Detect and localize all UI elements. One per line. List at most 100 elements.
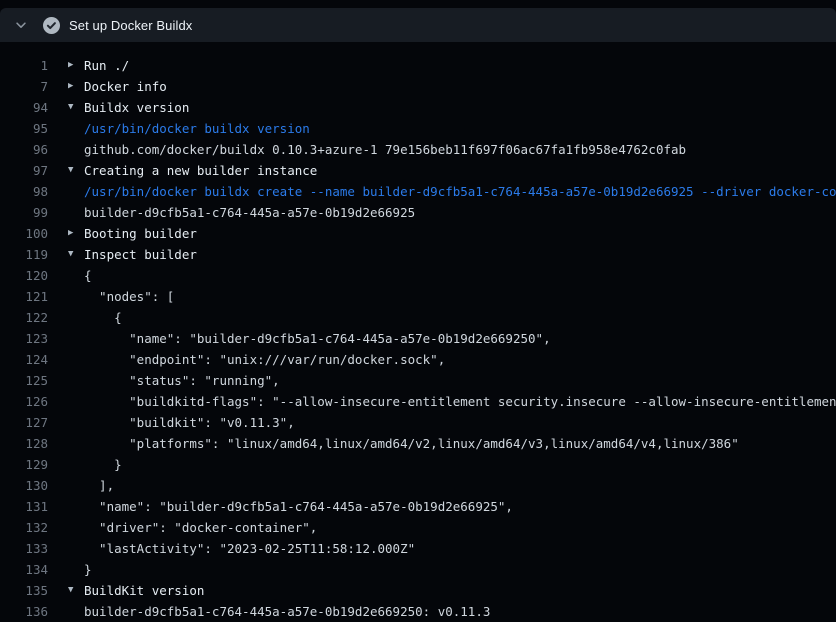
expander-expanded-icon[interactable]: ▼ <box>68 244 84 265</box>
expander-expanded-icon[interactable]: ▼ <box>68 160 84 181</box>
line-number[interactable]: 97 <box>0 160 48 181</box>
line-number[interactable]: 134 <box>0 559 48 580</box>
log-line: 98/usr/bin/docker buildx create --name b… <box>0 181 836 202</box>
line-text: builder-d9cfb5a1-c764-445a-a57e-0b19d2e6… <box>84 202 415 223</box>
line-number[interactable]: 132 <box>0 517 48 538</box>
log-line: 126 "buildkitd-flags": "--allow-insecure… <box>0 391 836 412</box>
line-text: "name": "builder-d9cfb5a1-c764-445a-a57e… <box>84 496 513 517</box>
log-group-row[interactable]: 94▼Buildx version <box>0 97 836 118</box>
log-line: 136builder-d9cfb5a1-c764-445a-a57e-0b19d… <box>0 601 836 622</box>
line-number[interactable]: 126 <box>0 391 48 412</box>
line-number[interactable]: 136 <box>0 601 48 622</box>
gutter-spacer <box>68 181 84 202</box>
log-line: 122 { <box>0 307 836 328</box>
line-number[interactable]: 99 <box>0 202 48 223</box>
line-text: /usr/bin/docker buildx version <box>84 118 310 139</box>
gutter-spacer <box>68 538 84 559</box>
line-number[interactable]: 127 <box>0 412 48 433</box>
line-number[interactable]: 119 <box>0 244 48 265</box>
line-number[interactable]: 129 <box>0 454 48 475</box>
expander-collapsed-icon[interactable]: ▶ <box>68 76 84 97</box>
log-line: 96 github.com/docker/buildx 0.10.3+azure-… <box>0 139 836 160</box>
log-line: 120{ <box>0 265 836 286</box>
gutter-spacer <box>68 496 84 517</box>
line-number[interactable]: 124 <box>0 349 48 370</box>
line-text: "buildkitd-flags": "--allow-insecure-ent… <box>84 391 836 412</box>
line-text: Docker info <box>84 76 167 97</box>
line-text: "lastActivity": "2023-02-25T11:58:12.000… <box>84 538 415 559</box>
line-text: "endpoint": "unix:///var/run/docker.sock… <box>84 349 445 370</box>
line-number[interactable]: 94 <box>0 97 48 118</box>
log-group-row[interactable]: 135 ▼BuildKit version <box>0 580 836 601</box>
log-line: 131 "name": "builder-d9cfb5a1-c764-445a-… <box>0 496 836 517</box>
gutter-spacer <box>68 391 84 412</box>
line-number[interactable]: 135 <box>0 580 48 601</box>
line-number[interactable]: 100 <box>0 223 48 244</box>
expander-collapsed-icon[interactable]: ▶ <box>68 223 84 244</box>
log-line: 99 builder-d9cfb5a1-c764-445a-a57e-0b19d2… <box>0 202 836 223</box>
gutter-spacer <box>68 475 84 496</box>
line-text: Creating a new builder instance <box>84 160 317 181</box>
log-line: 128 "platforms": "linux/amd64,linux/amd6… <box>0 433 836 454</box>
expander-collapsed-icon[interactable]: ▶ <box>68 55 84 76</box>
line-number[interactable]: 130 <box>0 475 48 496</box>
log-line: 132 "driver": "docker-container", <box>0 517 836 538</box>
gutter-spacer <box>68 349 84 370</box>
line-number[interactable]: 128 <box>0 433 48 454</box>
log-line: 121 "nodes": [ <box>0 286 836 307</box>
gutter-spacer <box>68 286 84 307</box>
line-text: "status": "running", <box>84 370 280 391</box>
line-text: Inspect builder <box>84 244 197 265</box>
log-line: 134} <box>0 559 836 580</box>
line-text: "buildkit": "v0.11.3", <box>84 412 295 433</box>
gutter-spacer <box>68 454 84 475</box>
gutter-spacer <box>68 559 84 580</box>
step-header[interactable]: Set up Docker Buildx <box>0 8 836 42</box>
line-number[interactable]: 96 <box>0 139 48 160</box>
line-text: Booting builder <box>84 223 197 244</box>
log-group-row[interactable]: 1 ▶Run ./ <box>0 55 836 76</box>
expander-expanded-icon[interactable]: ▼ <box>68 97 84 118</box>
line-text: ], <box>84 475 114 496</box>
gutter-spacer <box>68 412 84 433</box>
line-text: Run ./ <box>84 55 129 76</box>
line-text: "name": "builder-d9cfb5a1-c764-445a-a57e… <box>84 328 551 349</box>
line-number[interactable]: 121 <box>0 286 48 307</box>
line-text: } <box>84 559 92 580</box>
log-line: 127 "buildkit": "v0.11.3", <box>0 412 836 433</box>
line-number[interactable]: 131 <box>0 496 48 517</box>
log-line: 133 "lastActivity": "2023-02-25T11:58:12… <box>0 538 836 559</box>
log-line: 129 } <box>0 454 836 475</box>
check-circle-icon <box>43 17 60 34</box>
log-group-row[interactable]: 100 ▶Booting builder <box>0 223 836 244</box>
line-number[interactable]: 122 <box>0 307 48 328</box>
gutter-spacer <box>68 202 84 223</box>
line-text: "platforms": "linux/amd64,linux/amd64/v2… <box>84 433 739 454</box>
gutter-spacer <box>68 118 84 139</box>
line-text: { <box>84 307 122 328</box>
line-text: github.com/docker/buildx 0.10.3+azure-1 … <box>84 139 686 160</box>
line-number[interactable]: 1 <box>0 55 48 76</box>
line-text: BuildKit version <box>84 580 204 601</box>
line-number[interactable]: 133 <box>0 538 48 559</box>
line-number[interactable]: 95 <box>0 118 48 139</box>
line-number[interactable]: 98 <box>0 181 48 202</box>
log-line: 130 ], <box>0 475 836 496</box>
gutter-spacer <box>68 139 84 160</box>
line-number[interactable]: 7 <box>0 76 48 97</box>
line-number[interactable]: 125 <box>0 370 48 391</box>
expander-expanded-icon[interactable]: ▼ <box>68 580 84 601</box>
log-group-row[interactable]: 119 ▼Inspect builder <box>0 244 836 265</box>
gutter-spacer <box>68 433 84 454</box>
line-text: "driver": "docker-container", <box>84 517 317 538</box>
gutter-spacer <box>68 370 84 391</box>
line-number[interactable]: 120 <box>0 265 48 286</box>
gutter-spacer <box>68 601 84 622</box>
log-group-row[interactable]: 97 ▼Creating a new builder instance <box>0 160 836 181</box>
log-group-row[interactable]: 7 ▶Docker info <box>0 76 836 97</box>
chevron-down-icon[interactable] <box>13 17 29 33</box>
gutter-spacer <box>68 265 84 286</box>
gutter-spacer <box>68 307 84 328</box>
log-line: 124 "endpoint": "unix:///var/run/docker.… <box>0 349 836 370</box>
line-number[interactable]: 123 <box>0 328 48 349</box>
